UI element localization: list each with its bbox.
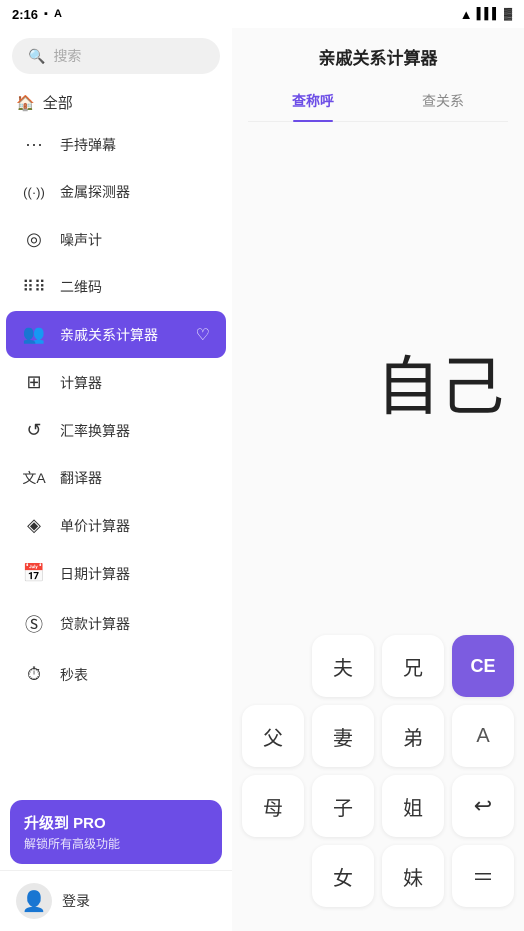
display-value: 自己 bbox=[376, 336, 504, 428]
key-nv[interactable]: 女 bbox=[312, 845, 374, 907]
favorite-icon: ♡ bbox=[196, 325, 210, 345]
android-icon: A bbox=[54, 8, 62, 20]
key-mei[interactable]: 妹 bbox=[382, 845, 444, 907]
sidebar-item-label: 单价计算器 bbox=[60, 516, 130, 536]
tab-query-call[interactable]: 查称呼 bbox=[248, 81, 378, 121]
home-icon: 🏠 bbox=[16, 94, 35, 112]
calculator-icon: ⊞ bbox=[22, 372, 46, 393]
key-fu2[interactable]: 父 bbox=[242, 705, 304, 767]
currency-icon: ↺ bbox=[22, 420, 46, 441]
login-area[interactable]: 👤 登录 bbox=[0, 870, 232, 931]
notification-icon: ▪ bbox=[44, 8, 48, 20]
avatar: 👤 bbox=[16, 883, 52, 919]
sidebar-item-label: 亲戚关系计算器 bbox=[60, 325, 158, 345]
sidebar-item-label: 噪声计 bbox=[60, 230, 102, 250]
key-a[interactable]: A bbox=[452, 705, 514, 767]
noise-icon: ◎ bbox=[22, 229, 46, 250]
keypad-row-3: 母 子 姐 ↩ bbox=[242, 775, 514, 837]
keypad-row-4: 女 妹 ＝ bbox=[242, 845, 514, 907]
section-label: 全部 bbox=[43, 92, 73, 113]
loan-icon: Ⓢ bbox=[22, 611, 46, 637]
keypad: 夫 兄 CE 父 妻 弟 A 母 子 姐 ↩ bbox=[232, 631, 524, 931]
section-header: 🏠 全部 bbox=[0, 84, 232, 121]
sidebar-item-label: 秒表 bbox=[60, 665, 88, 685]
sidebar-item-currency[interactable]: ↺ 汇率换算器 bbox=[6, 407, 226, 454]
sidebar-item-translate[interactable]: 文A 翻译器 bbox=[6, 455, 226, 501]
unitprice-icon: ◈ bbox=[22, 515, 46, 536]
translate-icon: 文A bbox=[22, 468, 46, 488]
pro-subtitle: 解锁所有高级功能 bbox=[24, 835, 208, 852]
keypad-row-2: 父 妻 弟 A bbox=[242, 705, 514, 767]
stopwatch-icon: ⏱ bbox=[22, 664, 46, 685]
search-bar[interactable]: 🔍 搜索 bbox=[12, 38, 220, 74]
key-ce[interactable]: CE bbox=[452, 635, 514, 697]
key-mu[interactable]: 母 bbox=[242, 775, 304, 837]
sidebar-item-calculator[interactable]: ⊞ 计算器 bbox=[6, 359, 226, 406]
date-icon: 📅 bbox=[22, 563, 46, 584]
keypad-row-1: 夫 兄 CE bbox=[242, 635, 514, 697]
right-panel: 亲戚关系计算器 查称呼 查关系 自己 夫 兄 CE bbox=[232, 28, 524, 931]
panel-title: 亲戚关系计算器 bbox=[248, 44, 508, 69]
sidebar-item-relation[interactable]: 👥 亲戚关系计算器 ♡ bbox=[6, 311, 226, 358]
key-zi[interactable]: 子 bbox=[312, 775, 374, 837]
key-back[interactable]: ↩ bbox=[452, 775, 514, 837]
pro-banner[interactable]: 升级到 PRO 解锁所有高级功能 bbox=[10, 800, 222, 864]
sidebar: 🔍 搜索 🏠 全部 ··· 手持弹幕 ((·)) 金属探测器 ◎ 噪声计 ⠿⠿ bbox=[0, 28, 232, 931]
key-fu[interactable]: 夫 bbox=[312, 635, 374, 697]
sidebar-item-label: 计算器 bbox=[60, 373, 102, 393]
sidebar-item-label: 二维码 bbox=[60, 277, 102, 297]
menu-list: ··· 手持弹幕 ((·)) 金属探测器 ◎ 噪声计 ⠿⠿ 二维码 👥 亲戚关系… bbox=[0, 121, 232, 794]
battery-icon: ▓ bbox=[504, 8, 512, 20]
sidebar-item-stopwatch[interactable]: ⏱ 秒表 bbox=[6, 651, 226, 698]
sidebar-item-date[interactable]: 📅 日期计算器 bbox=[6, 550, 226, 597]
status-bar: 2:16 ▪ A ▲ ▌▌▌ ▓ bbox=[0, 0, 524, 28]
sidebar-item-qrcode[interactable]: ⠿⠿ 二维码 bbox=[6, 264, 226, 310]
key-equals[interactable]: ＝ bbox=[452, 845, 514, 907]
sidebar-item-label: 翻译器 bbox=[60, 468, 102, 488]
sidebar-item-metal[interactable]: ((·)) 金属探测器 bbox=[6, 169, 226, 215]
login-label: 登录 bbox=[62, 891, 90, 911]
search-placeholder: 搜索 bbox=[53, 46, 81, 66]
sidebar-item-label: 贷款计算器 bbox=[60, 614, 130, 634]
metal-icon: ((·)) bbox=[22, 185, 46, 200]
relation-icon: 👥 bbox=[22, 324, 46, 345]
tab-query-relation[interactable]: 查关系 bbox=[378, 81, 508, 121]
key-xiong[interactable]: 兄 bbox=[382, 635, 444, 697]
key-di[interactable]: 弟 bbox=[382, 705, 444, 767]
wifi-icon: ▲ bbox=[460, 7, 473, 22]
search-icon: 🔍 bbox=[28, 48, 45, 65]
sidebar-item-label: 汇率换算器 bbox=[60, 421, 130, 441]
sidebar-item-label: 日期计算器 bbox=[60, 564, 130, 584]
sidebar-item-label: 手持弹幕 bbox=[60, 135, 116, 155]
sidebar-item-noise[interactable]: ◎ 噪声计 bbox=[6, 216, 226, 263]
status-time: 2:16 bbox=[12, 7, 38, 22]
sidebar-item-loan[interactable]: Ⓢ 贷款计算器 bbox=[6, 598, 226, 650]
bubble-icon: ··· bbox=[22, 134, 46, 155]
key-jie[interactable]: 姐 bbox=[382, 775, 444, 837]
display-area: 自己 bbox=[232, 132, 524, 631]
key-qi[interactable]: 妻 bbox=[312, 705, 374, 767]
calc-content: 自己 夫 兄 CE 父 妻 弟 A 母 bbox=[232, 122, 524, 931]
sidebar-item-unitprice[interactable]: ◈ 单价计算器 bbox=[6, 502, 226, 549]
panel-header: 亲戚关系计算器 查称呼 查关系 bbox=[232, 28, 524, 122]
tabs: 查称呼 查关系 bbox=[248, 81, 508, 122]
sidebar-item-bubble[interactable]: ··· 手持弹幕 bbox=[6, 121, 226, 168]
pro-title: 升级到 PRO bbox=[24, 812, 208, 833]
signal-icon: ▌▌▌ bbox=[477, 8, 500, 20]
qrcode-icon: ⠿⠿ bbox=[22, 277, 46, 297]
sidebar-item-label: 金属探测器 bbox=[60, 182, 130, 202]
